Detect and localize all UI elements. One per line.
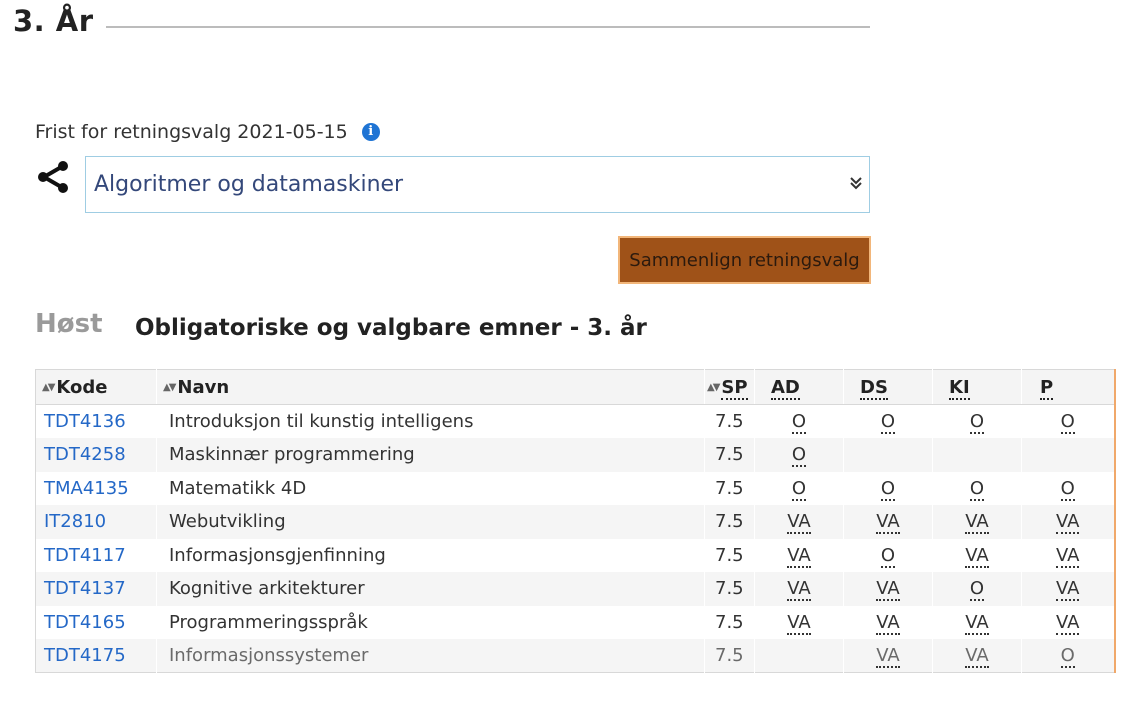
course-credits: 7.5: [704, 538, 755, 572]
compare-directions-button[interactable]: Sammenlign retningsvalg: [618, 236, 871, 284]
course-name: Kognitive arkitekturer: [156, 572, 705, 606]
requirement-ds: O: [843, 538, 933, 572]
table-row: TMA4135 Matematikk 4D 7.5 O O O O: [35, 471, 1115, 505]
course-name: Informasjonssystemer: [156, 639, 705, 673]
course-code-link[interactable]: IT2810: [35, 505, 157, 539]
column-header-ad: AD: [754, 369, 844, 405]
table-row: TDT4175 Informasjonssystemer 7.5 VA VA O: [35, 639, 1115, 673]
course-name: Webutvikling: [156, 505, 705, 539]
column-header-sp[interactable]: ▲▼ SP: [704, 369, 755, 405]
course-credits: 7.5: [704, 639, 755, 673]
semester-label: Høst: [35, 309, 103, 339]
requirement-ad: O: [754, 471, 844, 505]
requirement-p: [1021, 438, 1115, 472]
requirement-ad: VA: [754, 505, 844, 539]
direction-select[interactable]: Algoritmer og datamaskiner: [85, 156, 870, 213]
requirement-ad: VA: [754, 605, 844, 639]
requirement-p: O: [1021, 639, 1115, 673]
requirement-p: O: [1021, 471, 1115, 505]
heading-divider: [105, 26, 870, 28]
requirement-ki: [932, 438, 1022, 472]
course-code-link[interactable]: TDT4258: [35, 438, 157, 472]
requirement-ds: VA: [843, 572, 933, 606]
course-name: Informasjonsgjenfinning: [156, 538, 705, 572]
requirement-p: VA: [1021, 572, 1115, 606]
requirement-ds: O: [843, 404, 933, 438]
requirement-ki: O: [932, 404, 1022, 438]
column-header-name[interactable]: ▲▼ Navn: [156, 369, 705, 405]
requirement-ds: O: [843, 471, 933, 505]
requirement-ad: VA: [754, 572, 844, 606]
column-header-p: P: [1021, 369, 1115, 405]
course-name: Matematikk 4D: [156, 471, 705, 505]
deadline-row: Frist for retningsvalg 2021-05-15 i: [35, 121, 380, 143]
course-name: Programmeringsspråk: [156, 605, 705, 639]
column-header-code[interactable]: ▲▼ Kode: [35, 369, 157, 405]
direction-select-value: Algoritmer og datamaskiner: [94, 172, 404, 197]
column-header-ds: DS: [843, 369, 933, 405]
requirement-ki: O: [932, 471, 1022, 505]
course-credits: 7.5: [704, 404, 755, 438]
table-header-row: ▲▼ Kode ▲▼ Navn ▲▼ SP AD DS KI P: [35, 369, 1115, 405]
requirement-ad: O: [754, 404, 844, 438]
requirement-p: O: [1021, 404, 1115, 438]
course-credits: 7.5: [704, 572, 755, 606]
requirement-ds: VA: [843, 605, 933, 639]
requirement-p: VA: [1021, 505, 1115, 539]
course-table: ▲▼ Kode ▲▼ Navn ▲▼ SP AD DS KI P TDT4136 In…: [35, 369, 1116, 673]
sort-arrows-icon: ▲▼: [707, 381, 720, 393]
course-name: Maskinnær programmering: [156, 438, 705, 472]
requirement-p: VA: [1021, 538, 1115, 572]
info-icon[interactable]: i: [361, 123, 380, 141]
table-row: TDT4137 Kognitive arkitekturer 7.5 VA VA…: [35, 572, 1115, 606]
sort-arrows-icon: ▲▼: [42, 381, 55, 393]
table-row: TDT4258 Maskinnær programmering 7.5 O: [35, 438, 1115, 472]
course-credits: 7.5: [704, 605, 755, 639]
course-credits: 7.5: [704, 471, 755, 505]
course-code-link[interactable]: TDT4136: [35, 404, 157, 438]
share-nodes-icon: [38, 161, 68, 193]
column-header-ki: KI: [932, 369, 1022, 405]
deadline-text: Frist for retningsvalg 2021-05-15: [35, 121, 348, 143]
requirement-ds: [843, 438, 933, 472]
table-row: TDT4165 Programmeringsspråk 7.5 VA VA VA…: [35, 605, 1115, 639]
requirement-ad: O: [754, 438, 844, 472]
sort-arrows-icon: ▲▼: [163, 381, 176, 393]
requirement-ki: VA: [932, 538, 1022, 572]
requirement-ds: VA: [843, 639, 933, 673]
requirement-p: VA: [1021, 605, 1115, 639]
table-row: TDT4136 Introduksjon til kunstig intelli…: [35, 404, 1115, 438]
course-code-link[interactable]: TDT4165: [35, 605, 157, 639]
double-chevron-down-icon: [850, 177, 862, 190]
table-title: Obligatoriske og valgbare emner - 3. år: [135, 315, 647, 341]
requirement-ki: VA: [932, 605, 1022, 639]
course-code-link[interactable]: TDT4175: [35, 639, 157, 673]
course-name: Introduksjon til kunstig intelligens: [156, 404, 705, 438]
page-title: 3. År: [13, 4, 94, 38]
table-row: TDT4117 Informasjonsgjenfinning 7.5 VA O…: [35, 538, 1115, 572]
table-row: IT2810 Webutvikling 7.5 VA VA VA VA: [35, 505, 1115, 539]
requirement-ad: VA: [754, 538, 844, 572]
year-heading: 3. År: [13, 4, 870, 38]
course-code-link[interactable]: TDT4117: [35, 538, 157, 572]
requirement-ds: VA: [843, 505, 933, 539]
course-code-link[interactable]: TDT4137: [35, 572, 157, 606]
course-code-link[interactable]: TMA4135: [35, 471, 157, 505]
course-credits: 7.5: [704, 438, 755, 472]
requirement-ki: O: [932, 572, 1022, 606]
course-credits: 7.5: [704, 505, 755, 539]
requirement-ki: VA: [932, 505, 1022, 539]
requirement-ad: [754, 639, 844, 673]
requirement-ki: VA: [932, 639, 1022, 673]
